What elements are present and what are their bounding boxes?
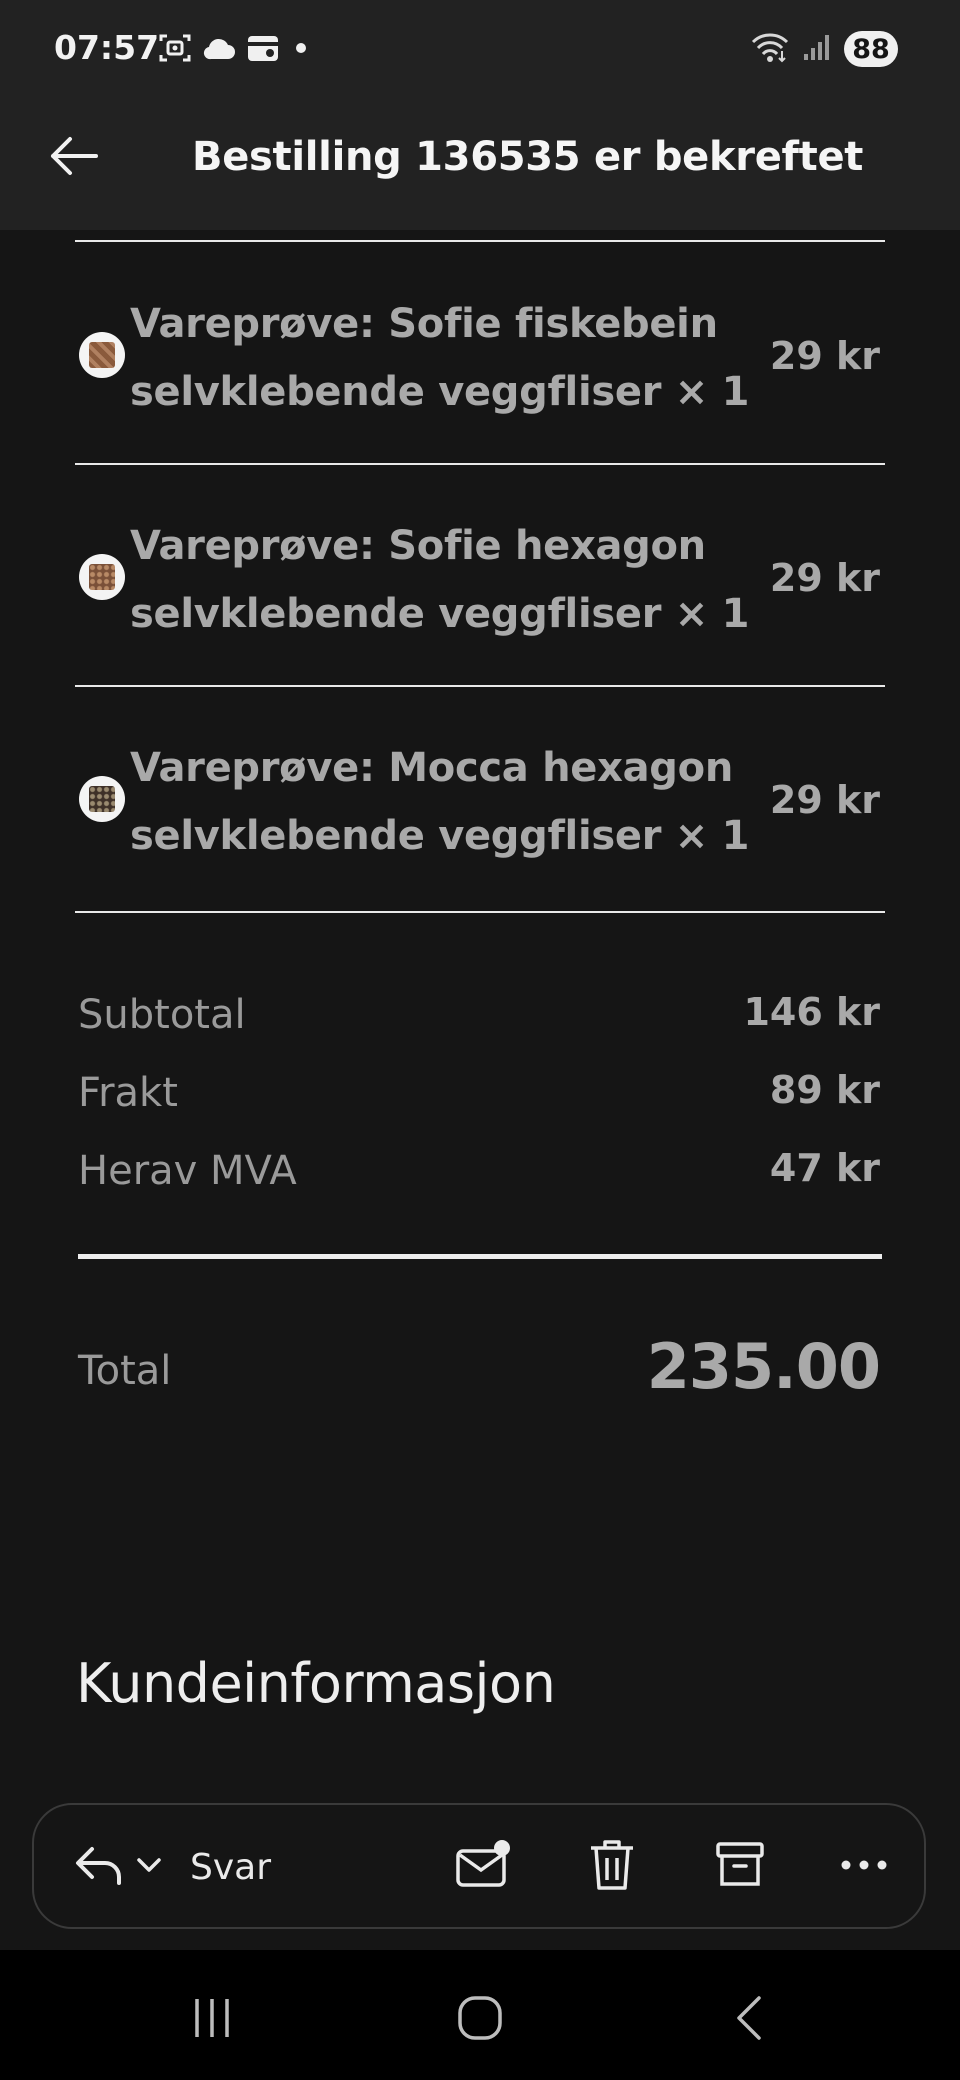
- order-item: Vareprøve: Sofie fiskebein selvklebende …: [75, 290, 885, 430]
- arrow-left-icon: [48, 136, 100, 181]
- system-nav-bar: [0, 1950, 960, 2080]
- system-back-button[interactable]: [718, 1988, 782, 2052]
- wifi-icon: [750, 31, 790, 68]
- item-price: 29 kr: [769, 778, 880, 822]
- divider: [75, 911, 885, 913]
- shipping-label: Frakt: [78, 1070, 178, 1116]
- reply-button[interactable]: Svar: [74, 1833, 271, 1901]
- back-icon: [730, 1994, 770, 2047]
- item-price: 29 kr: [769, 334, 880, 378]
- battery-indicator: 88: [844, 31, 898, 67]
- divider: [75, 463, 885, 465]
- customer-info-heading: Kundeinformasjon: [76, 1652, 556, 1715]
- mark-unread-button[interactable]: [450, 1833, 518, 1901]
- dot-icon: [290, 37, 312, 64]
- total-divider: [78, 1254, 882, 1259]
- divider: [75, 240, 885, 242]
- more-icon: [839, 1858, 889, 1877]
- back-button[interactable]: [46, 130, 102, 186]
- archive-button[interactable]: [706, 1833, 774, 1901]
- trash-icon: [585, 1836, 639, 1899]
- item-name: Vareprøve: Sofie fiskebein selvklebende …: [130, 301, 750, 415]
- reply-icon: [74, 1843, 126, 1892]
- home-button[interactable]: [448, 1988, 512, 2052]
- status-icons-right: 88: [750, 28, 898, 70]
- more-options-button[interactable]: [830, 1833, 898, 1901]
- vat-label: Herav MVA: [78, 1148, 297, 1194]
- screenshot-icon: [158, 32, 192, 69]
- vat-value: 47 kr: [769, 1146, 880, 1190]
- home-icon: [456, 1994, 504, 2047]
- app-bar: Bestilling 136535 er bekreftet: [0, 100, 960, 230]
- email-action-bar: Svar: [32, 1803, 926, 1929]
- mark-unread-icon: [454, 1837, 514, 1898]
- item-price: 29 kr: [769, 556, 880, 600]
- total-label: Total: [78, 1348, 172, 1394]
- recent-apps-button[interactable]: [180, 1988, 244, 2052]
- reply-label: Svar: [190, 1846, 272, 1888]
- total-value: 235.00: [646, 1330, 881, 1403]
- status-bar: 07:57 88: [0, 0, 960, 100]
- item-name: Vareprøve: Sofie hexagon selvklebende ve…: [130, 523, 750, 637]
- subtotal-label: Subtotal: [78, 992, 246, 1038]
- product-thumbnail: [79, 776, 125, 822]
- item-name: Vareprøve: Mocca hexagon selvklebende ve…: [130, 745, 750, 859]
- product-thumbnail: [79, 332, 125, 378]
- page-title: Bestilling 136535 er bekreftet: [192, 134, 864, 180]
- cloud-icon: [202, 35, 236, 66]
- status-time: 07:57: [54, 28, 160, 67]
- product-thumbnail: [79, 554, 125, 600]
- subtotal-value: 146 kr: [743, 990, 880, 1034]
- delete-button[interactable]: [578, 1833, 646, 1901]
- recent-apps-icon: [189, 1995, 235, 2046]
- divider: [75, 685, 885, 687]
- chevron-down-icon[interactable]: [134, 1855, 164, 1880]
- shipping-value: 89 kr: [769, 1068, 880, 1112]
- wallet-icon: [246, 33, 280, 68]
- order-item: Vareprøve: Sofie hexagon selvklebende ve…: [75, 512, 885, 652]
- order-item: Vareprøve: Mocca hexagon selvklebende ve…: [75, 734, 885, 874]
- status-icons-left: [158, 30, 312, 70]
- signal-icon: [802, 32, 832, 67]
- archive-icon: [713, 1838, 767, 1897]
